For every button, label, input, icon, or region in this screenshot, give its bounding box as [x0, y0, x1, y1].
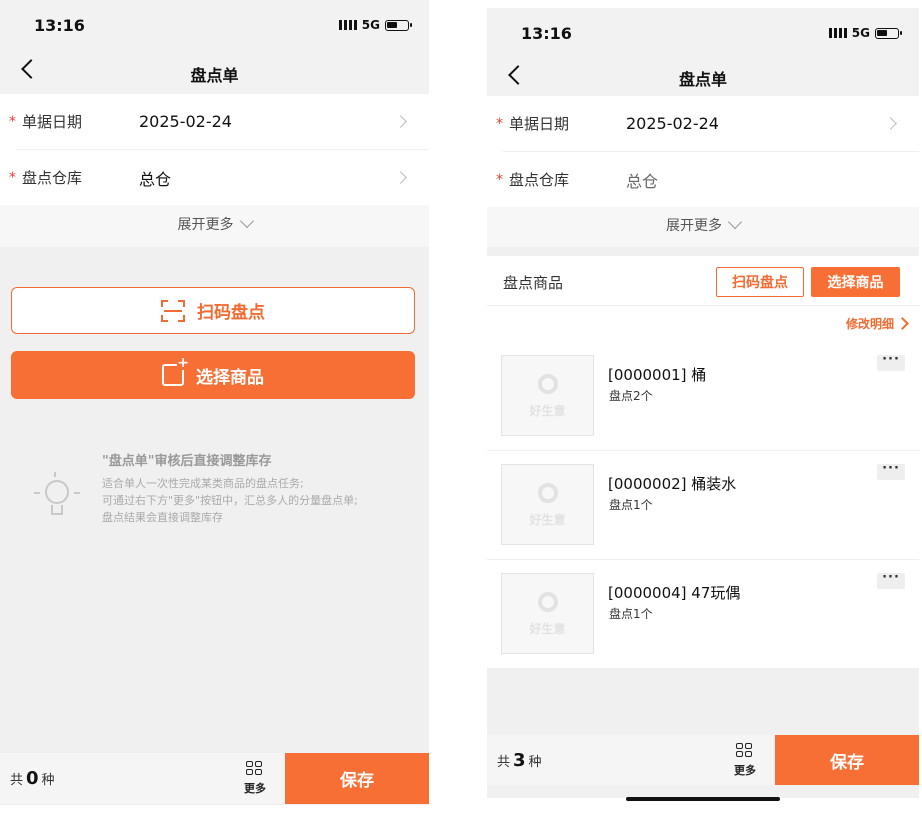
- chevron-down-icon: [239, 213, 254, 229]
- signal-icon: [828, 28, 847, 38]
- grid-icon: [736, 742, 754, 759]
- warehouse-label: 盘点仓库: [509, 171, 570, 189]
- scan-count-button[interactable]: 扫码盘点: [716, 267, 804, 297]
- lightbulb-icon: [34, 472, 80, 524]
- network-label: 5G: [851, 26, 870, 40]
- status-time: 13:16: [521, 24, 572, 43]
- bottom-bar: 共3种 更多 保存: [487, 735, 919, 785]
- expand-more-label: 展开更多: [666, 218, 722, 234]
- item-name: [0000004] 47玩偶: [608, 584, 741, 602]
- expand-more-button[interactable]: 展开更多: [0, 205, 429, 247]
- total-count: 共0种: [10, 768, 55, 789]
- nav-bar: 盘点单: [0, 48, 429, 94]
- select-goods-label: 选择商品: [196, 367, 264, 388]
- tips-line: 适合单人一次性完成某类商品的盘点任务;: [102, 477, 304, 490]
- item-name: [0000001] 桶: [608, 366, 707, 384]
- bottom-bar: 共0种 更多 保存: [0, 753, 429, 804]
- required-mark: *: [9, 169, 16, 186]
- tips-line: 盘点结果会直接调整库存: [102, 511, 223, 524]
- nav-bar: 盘点单: [487, 56, 919, 96]
- more-label: 更多: [734, 763, 756, 777]
- battery-icon: [875, 27, 902, 39]
- battery-icon: [385, 19, 412, 31]
- save-button[interactable]: 保存: [775, 735, 919, 785]
- product-thumbnail: 好生意: [501, 464, 594, 545]
- more-dots-icon[interactable]: ···: [877, 462, 905, 480]
- item-qty: 盘点1个: [609, 498, 653, 512]
- more-button[interactable]: 更多: [715, 742, 775, 778]
- tips-block: "盘点单"审核后直接调整库存 适合单人一次性完成某类商品的盘点任务; 可通过右下…: [34, 450, 394, 528]
- scan-icon: [161, 299, 185, 322]
- right-screen: 13:16 5G 盘点单 * 单据日期 2025-02-24 * 盘点仓库 总仓…: [487, 8, 919, 798]
- date-row[interactable]: * 单据日期 2025-02-24: [0, 94, 429, 149]
- required-mark: *: [496, 171, 503, 188]
- save-button[interactable]: 保存: [285, 753, 429, 804]
- date-row[interactable]: * 单据日期 2025-02-24: [487, 96, 919, 151]
- home-indicator: [626, 797, 780, 801]
- more-dots-icon[interactable]: ···: [877, 353, 905, 371]
- date-label: 单据日期: [509, 115, 570, 133]
- item-qty: 盘点1个: [609, 607, 653, 621]
- status-time: 13:16: [34, 16, 85, 35]
- network-label: 5G: [361, 18, 380, 32]
- select-goods-button[interactable]: 选择商品: [811, 267, 900, 297]
- page-title: 盘点单: [678, 70, 727, 89]
- chevron-down-icon: [727, 214, 743, 230]
- product-thumbnail: 好生意: [501, 355, 594, 436]
- status-bar: 13:16 5G: [487, 8, 919, 56]
- product-thumbnail: 好生意: [501, 573, 594, 654]
- signal-icon: [338, 20, 357, 30]
- page-title: 盘点单: [190, 66, 239, 85]
- item-qty: 盘点2个: [609, 389, 653, 403]
- more-button[interactable]: 更多: [225, 761, 285, 796]
- select-goods-button[interactable]: 选择商品: [11, 351, 415, 399]
- expand-more-label: 展开更多: [177, 217, 234, 233]
- edit-detail-label: 修改明细: [845, 317, 894, 331]
- date-label: 单据日期: [22, 113, 83, 131]
- required-mark: *: [9, 113, 16, 130]
- goods-section-header: 盘点商品 扫码盘点 选择商品: [487, 256, 919, 306]
- warehouse-row: * 盘点仓库 总仓: [487, 152, 919, 207]
- placeholder-logo-icon: [538, 592, 558, 612]
- item-name: [0000002] 桶装水: [608, 475, 737, 493]
- edit-detail-link[interactable]: 修改明细: [487, 306, 919, 342]
- chevron-right-icon: [896, 317, 909, 330]
- more-dots-icon[interactable]: ···: [877, 571, 905, 589]
- list-item[interactable]: 好生意 [0000001] 桶 盘点2个 ···: [487, 342, 919, 451]
- total-count: 共3种: [497, 749, 542, 771]
- list-item[interactable]: 好生意 [0000002] 桶装水 盘点1个 ···: [487, 451, 919, 560]
- date-value[interactable]: 2025-02-24: [626, 114, 919, 133]
- add-goods-icon: [162, 356, 189, 386]
- warehouse-label: 盘点仓库: [22, 169, 83, 187]
- placeholder-logo-icon: [538, 483, 558, 503]
- tips-title: "盘点单"审核后直接调整库存: [102, 454, 272, 469]
- date-value[interactable]: 2025-02-24: [139, 112, 429, 131]
- expand-more-button[interactable]: 展开更多: [487, 207, 919, 247]
- more-label: 更多: [244, 782, 266, 795]
- tips-line: 可通过右下方"更多"按钮中，汇总多人的分量盘点单;: [102, 494, 358, 507]
- required-mark: *: [496, 115, 503, 132]
- warehouse-value: 总仓: [626, 171, 659, 191]
- warehouse-row[interactable]: * 盘点仓库 总仓: [0, 150, 429, 205]
- placeholder-logo-icon: [538, 374, 558, 394]
- list-item[interactable]: 好生意 [0000004] 47玩偶 盘点1个 ···: [487, 560, 919, 669]
- status-bar: 13:16 5G: [0, 0, 429, 48]
- grid-icon: [246, 761, 264, 777]
- scan-count-label: 扫码盘点: [197, 303, 265, 323]
- section-title: 盘点商品: [503, 274, 564, 292]
- warehouse-value[interactable]: 总仓: [139, 166, 429, 190]
- left-screen: 13:16 5G 盘点单 * 单据日期 2025-02-24 * 盘点仓库 总仓…: [0, 0, 429, 805]
- scan-count-button[interactable]: 扫码盘点: [11, 287, 415, 334]
